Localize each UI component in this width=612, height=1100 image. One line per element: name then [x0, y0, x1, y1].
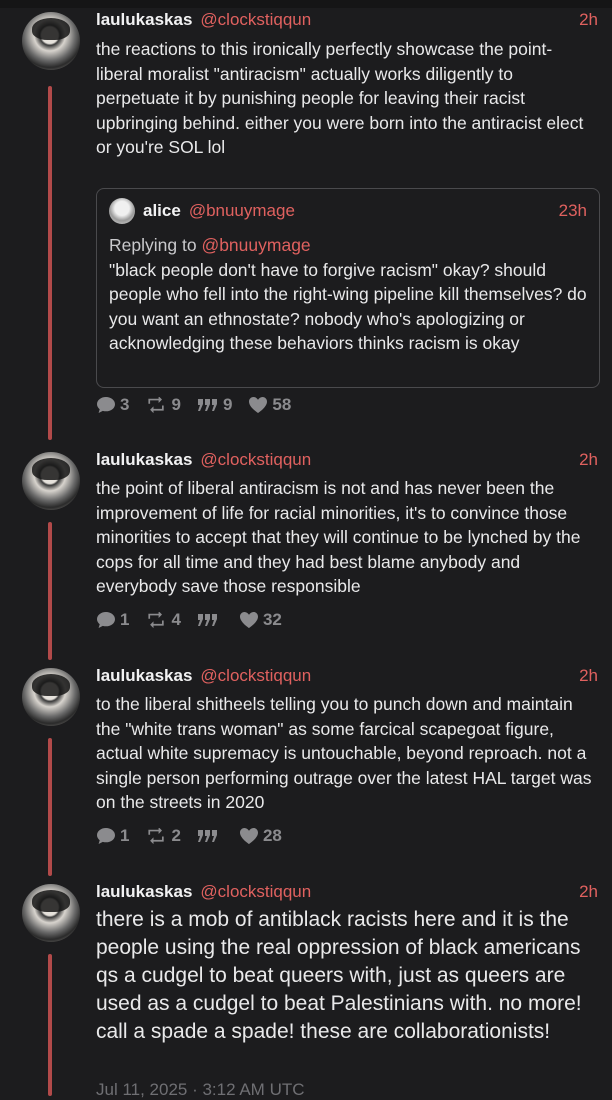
post-actions: 1 4 32: [96, 609, 282, 631]
like-count: 28: [262, 826, 282, 845]
reply-button[interactable]: 1: [96, 826, 129, 846]
post-actions: 1 2 28: [96, 825, 282, 847]
thread-line: [48, 86, 52, 440]
repost-count: 4: [171, 610, 181, 629]
post-1[interactable]: laulukaskas @clockstiqqun 2h the reactio…: [0, 8, 612, 440]
avatar[interactable]: [22, 668, 80, 726]
username[interactable]: laulukaskas: [96, 450, 192, 470]
repost-button[interactable]: 4: [145, 610, 181, 630]
post-text: the reactions to this ironically perfect…: [96, 39, 584, 157]
avatar[interactable]: [22, 452, 80, 510]
repost-button[interactable]: 2: [145, 826, 181, 846]
reply-button[interactable]: 3: [96, 395, 129, 415]
quote-body: Replying to @bnuuymage "black people don…: [109, 233, 589, 356]
like-icon: [239, 612, 258, 628]
quote-avatar[interactable]: [109, 198, 135, 224]
post-2[interactable]: laulukaskas @clockstiqqun 2h the point o…: [0, 448, 612, 660]
repost-button[interactable]: 9: [145, 395, 181, 415]
repost-count: 9: [171, 395, 181, 414]
reply-count: 3: [120, 395, 130, 414]
username[interactable]: laulukaskas: [96, 882, 192, 902]
username[interactable]: laulukaskas: [96, 10, 192, 30]
repost-icon: [148, 397, 165, 413]
quote-button[interactable]: 9: [197, 395, 232, 415]
like-button[interactable]: 28: [239, 826, 282, 846]
post-header: laulukaskas @clockstiqqun 2h: [96, 8, 598, 32]
like-button[interactable]: 58: [248, 395, 291, 415]
quote-time[interactable]: 23h: [559, 201, 587, 221]
thread-line: [48, 954, 52, 1096]
like-icon: [249, 397, 268, 413]
repost-count: 2: [171, 826, 181, 845]
like-count: 32: [262, 610, 282, 629]
post-time[interactable]: 2h: [579, 450, 598, 470]
reply-icon: [97, 612, 115, 628]
user-handle[interactable]: @clockstiqqun: [200, 882, 311, 902]
replying-to: Replying to @bnuuymage: [109, 233, 589, 258]
reply-count: 1: [120, 610, 130, 629]
repost-icon: [148, 828, 165, 844]
user-handle[interactable]: @clockstiqqun: [200, 10, 311, 30]
user-handle[interactable]: @clockstiqqun: [200, 450, 311, 470]
username[interactable]: laulukaskas: [96, 666, 192, 686]
post-text: there is a mob of antiblack racists here…: [96, 908, 582, 1043]
post-header: laulukaskas @clockstiqqun 2h: [96, 880, 598, 904]
quote-button[interactable]: [197, 613, 223, 627]
reply-count: 1: [120, 826, 130, 845]
post-time[interactable]: 2h: [579, 666, 598, 686]
like-count: 58: [272, 395, 292, 414]
post-text: to the liberal shitheels telling you to …: [96, 694, 592, 812]
repost-icon: [148, 612, 165, 628]
quote-count: 9: [222, 395, 233, 414]
quoted-post[interactable]: alice @bnuuymage 23h Replying to @bnuuym…: [96, 188, 600, 388]
post-header: laulukaskas @clockstiqqun 2h: [96, 448, 598, 472]
replying-label: Replying to: [109, 235, 197, 255]
reply-button[interactable]: 1: [96, 610, 129, 630]
post-time[interactable]: 2h: [579, 882, 598, 902]
post-actions: 3 9 9 58: [96, 394, 291, 416]
like-button[interactable]: 32: [239, 610, 282, 630]
user-handle[interactable]: @clockstiqqun: [200, 666, 311, 686]
reply-icon: [97, 397, 115, 413]
quote-icon: [197, 399, 217, 411]
replying-handle[interactable]: @bnuuymage: [201, 235, 310, 255]
quote-icon: [197, 614, 217, 626]
quote-text: "black people don't have to forgive raci…: [109, 259, 587, 354]
avatar[interactable]: [22, 12, 80, 70]
quote-icon: [197, 830, 217, 842]
avatar[interactable]: [22, 884, 80, 942]
thread-line: [48, 522, 52, 660]
post-text: the point of liberal antiracism is not a…: [96, 478, 581, 596]
quote-username[interactable]: alice: [143, 201, 181, 221]
quote-header: alice @bnuuymage 23h: [109, 197, 587, 225]
post-4[interactable]: laulukaskas @clockstiqqun 2h there is a …: [0, 880, 612, 1099]
quote-button[interactable]: [197, 829, 223, 843]
post-time[interactable]: 2h: [579, 10, 598, 30]
top-strip: [0, 0, 612, 8]
like-icon: [239, 828, 258, 844]
thread-line: [48, 738, 52, 876]
reply-icon: [97, 828, 115, 844]
quote-handle[interactable]: @bnuuymage: [189, 201, 295, 221]
post-header: laulukaskas @clockstiqqun 2h: [96, 664, 598, 688]
post-3[interactable]: laulukaskas @clockstiqqun 2h to the libe…: [0, 664, 612, 876]
post-date[interactable]: Jul 11, 2025 · 3:12 AM UTC: [96, 1080, 305, 1100]
